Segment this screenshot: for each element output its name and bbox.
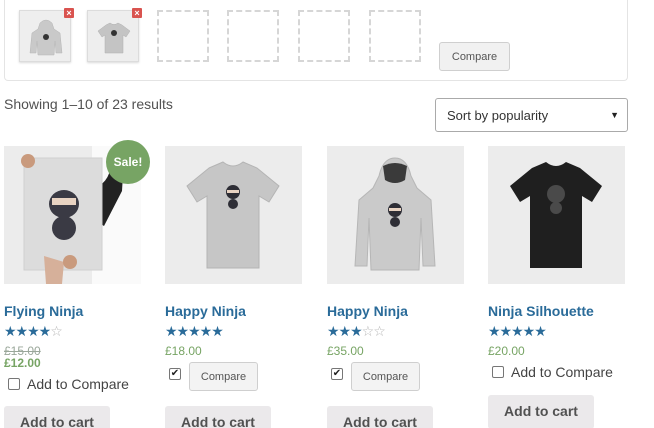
add-to-compare-label[interactable]: Add to Compare	[511, 364, 613, 380]
sort-selected-value: Sort by popularity	[447, 108, 549, 123]
tshirt-thumbnail-icon	[97, 22, 131, 54]
product-title[interactable]: Ninja Silhouette	[488, 303, 594, 319]
remove-compare-item-icon[interactable]: ×	[64, 8, 74, 18]
product-card: Happy Ninja ★★★☆☆ £35.00 ✔ Compare Add t…	[327, 146, 465, 428]
compare-bar: × × Compare	[4, 0, 628, 81]
compare-item-hoodie[interactable]: ×	[19, 8, 74, 62]
star-rating: ★★★★☆	[4, 323, 63, 339]
product-title[interactable]: Flying Ninja	[4, 303, 83, 319]
product-title[interactable]: Happy Ninja	[327, 303, 408, 319]
dropdown-arrow-icon: ▼	[610, 110, 619, 120]
add-to-cart-button[interactable]: Add to cart	[4, 406, 110, 428]
product-card: Happy Ninja ★★★★★ £18.00 ✔ Compare Add t…	[165, 146, 303, 428]
compare-button[interactable]: Compare	[189, 362, 258, 391]
compare-empty-slot	[157, 10, 209, 62]
product-title[interactable]: Happy Ninja	[165, 303, 246, 319]
compare-checkbox[interactable]: ✔	[169, 368, 181, 380]
compare-button[interactable]: Compare	[439, 42, 510, 71]
compare-checkbox[interactable]	[492, 366, 504, 378]
product-card: Sale! Flying Ninja ★★★★☆ £15.00 £12.00 A…	[4, 140, 150, 428]
star-rating: ★★★☆☆	[327, 323, 386, 339]
price: £35.00	[327, 344, 364, 358]
product-image[interactable]: Sale!	[4, 140, 150, 284]
add-to-cart-button[interactable]: Add to cart	[488, 395, 594, 428]
result-count: Showing 1–10 of 23 results	[4, 96, 173, 112]
add-to-cart-button[interactable]: Add to cart	[165, 406, 271, 428]
compare-checkbox[interactable]	[8, 378, 20, 390]
sale-badge: Sale!	[106, 140, 150, 184]
price: £20.00	[488, 344, 525, 358]
compare-item-tshirt[interactable]: ×	[87, 8, 142, 62]
price: £18.00	[165, 344, 202, 358]
hoodie-thumbnail-icon	[29, 19, 63, 56]
add-to-cart-button[interactable]: Add to cart	[327, 406, 433, 428]
sort-select[interactable]: Sort by popularity ▼	[435, 98, 628, 132]
product-image[interactable]	[488, 146, 625, 284]
compare-button[interactable]: Compare	[351, 362, 420, 391]
compare-checkbox[interactable]: ✔	[331, 368, 343, 380]
compare-empty-slot	[227, 10, 279, 62]
product-image[interactable]	[327, 146, 464, 284]
product-image[interactable]	[165, 146, 302, 284]
star-rating: ★★★★★	[488, 323, 547, 339]
star-rating: ★★★★★	[165, 323, 224, 339]
compare-empty-slot	[369, 10, 421, 62]
remove-compare-item-icon[interactable]: ×	[132, 8, 142, 18]
compare-empty-slot	[298, 10, 350, 62]
product-card: Ninja Silhouette ★★★★★ £20.00 Add to Com…	[488, 146, 626, 428]
sale-price: £12.00	[4, 356, 41, 370]
add-to-compare-label[interactable]: Add to Compare	[27, 376, 129, 392]
